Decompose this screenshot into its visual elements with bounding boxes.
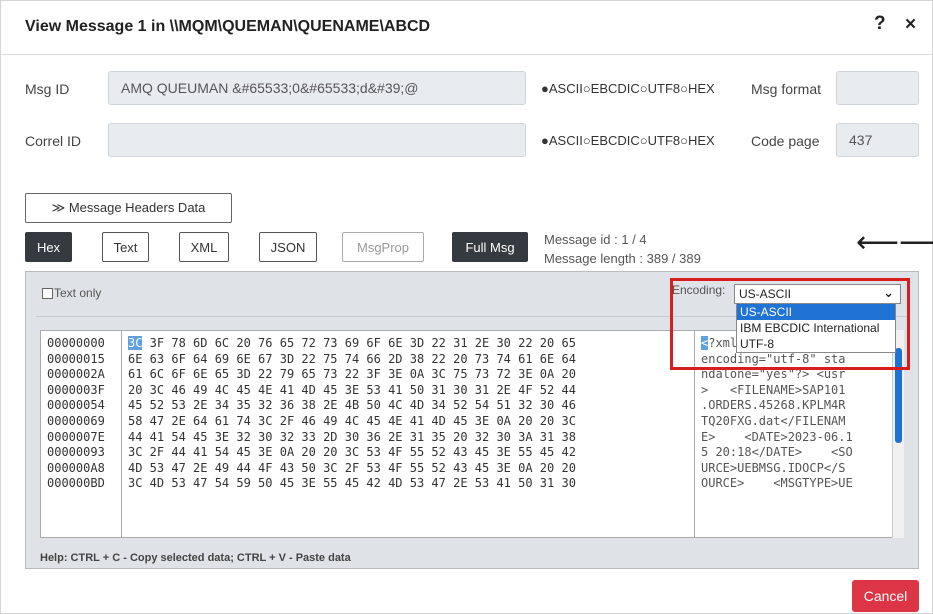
message-length-text: Message length : 389 / 389 xyxy=(544,251,701,266)
hex-row-address: 0000002A xyxy=(47,367,105,382)
dialog-titlebar: View Message 1 in \\MQM\QUEMAN\QUENAME\A… xyxy=(1,1,933,55)
address-column: 00000000 00000015 0000002A 0000003F 00000054… xyxy=(47,336,105,492)
hex-row-bytes[interactable]: 58 47 2E 64 61 74 3C 2F 46 49 4C 45 4E 4… xyxy=(128,414,576,430)
highlight-box xyxy=(670,278,910,370)
hex-row-bytes[interactable]: 44 41 54 45 3E 32 30 32 33 2D 30 36 2E 3… xyxy=(128,430,576,446)
message-info: Message id : 1 / 4 Message length : 389 … xyxy=(544,230,701,268)
code-page-field[interactable]: 437 xyxy=(836,123,919,157)
text-only-label: Text only xyxy=(54,286,102,300)
ascii-row[interactable]: E> <DATE>2023-06.1 xyxy=(701,430,853,446)
msg-id-label: Msg ID xyxy=(25,81,70,97)
hex-row-bytes[interactable]: 3C 3F 78 6D 6C 20 76 65 72 73 69 6F 6E 3… xyxy=(128,336,576,352)
navigate-arrows-icon[interactable]: ⟵⟶ xyxy=(856,228,933,258)
checkbox-icon[interactable] xyxy=(42,287,53,299)
hex-row-address: 00000000 xyxy=(47,336,105,350)
hex-row-bytes[interactable]: 6E 63 6F 64 69 6E 67 3D 22 75 74 66 2D 3… xyxy=(128,352,576,368)
hex-column: 3C 3F 78 6D 6C 20 76 65 72 73 69 6F 6E 3… xyxy=(121,331,695,537)
view-message-dialog: View Message 1 in \\MQM\QUEMAN\QUENAME\A… xyxy=(0,0,933,614)
hex-row-address: 00000054 xyxy=(47,398,105,413)
msg-id-field[interactable]: AMQ QUEUMAN &#65533;0&#65533;d&#39;@ xyxy=(108,71,526,105)
hex-row-bytes[interactable]: 20 3C 46 49 4C 45 4E 41 4D 45 3E 53 41 5… xyxy=(128,383,576,399)
close-icon[interactable]: × xyxy=(905,14,916,36)
hex-button[interactable]: Hex xyxy=(25,232,72,262)
selected-byte[interactable]: 3C xyxy=(128,336,143,350)
hex-bytes[interactable]: 3C 3F 78 6D 6C 20 76 65 72 73 69 6F 6E 3… xyxy=(128,336,576,492)
hex-row-address: 00000093 xyxy=(47,445,105,460)
hex-row-address: 000000A8 xyxy=(47,460,105,475)
hex-row-bytes[interactable]: 61 6C 6F 6E 65 3D 22 79 65 73 22 3F 3E 0… xyxy=(128,367,576,383)
correl-id-field[interactable] xyxy=(108,123,526,157)
message-data-panel: Text only Encoding: US-ASCII ⌄ US-ASCII … xyxy=(25,271,919,569)
text-only-checkbox[interactable]: Text only xyxy=(42,286,101,300)
help-text: Help: CTRL + C - Copy selected data; CTR… xyxy=(40,552,351,564)
ascii-row[interactable]: > <FILENAME>SAP101 xyxy=(701,383,853,399)
help-icon[interactable]: ? xyxy=(874,13,886,35)
text-button[interactable]: Text xyxy=(102,232,149,262)
xml-button[interactable]: XML xyxy=(179,232,229,262)
hex-row-address: 0000003F xyxy=(47,382,105,397)
full-msg-button[interactable]: Full Msg xyxy=(452,232,528,262)
msgprop-button[interactable]: MsgProp xyxy=(342,232,424,262)
hex-row-bytes[interactable]: 3C 4D 53 47 54 59 50 45 3E 55 45 42 4D 5… xyxy=(128,476,576,492)
cancel-button[interactable]: Cancel xyxy=(852,580,919,612)
msg-id-encoding-radios[interactable]: ●ASCII○EBCDIC○UTF8○HEX xyxy=(541,81,715,96)
hex-row-bytes[interactable]: 3C 2F 44 41 54 45 3E 0A 20 20 3C 53 4F 5… xyxy=(128,445,576,461)
message-id-text: Message id : 1 / 4 xyxy=(544,232,647,247)
dialog-title: View Message 1 in \\MQM\QUEMAN\QUENAME\A… xyxy=(25,18,431,35)
ascii-row[interactable]: TQ20FXG.dat</FILENAM xyxy=(701,414,853,430)
correl-id-encoding-radios[interactable]: ●ASCII○EBCDIC○UTF8○HEX xyxy=(541,133,715,148)
hex-row-address: 00000069 xyxy=(47,413,105,428)
hex-row-bytes[interactable]: 4D 53 47 2E 49 44 4F 43 50 3C 2F 53 4F 5… xyxy=(128,461,576,477)
json-button[interactable]: JSON xyxy=(259,232,317,262)
code-page-label: Code page xyxy=(751,133,820,149)
ascii-row[interactable]: .ORDERS.45268.KPLM4R xyxy=(701,398,853,414)
correl-id-label: Correl ID xyxy=(25,133,82,149)
hex-row-address: 00000015 xyxy=(47,351,105,366)
ascii-row[interactable]: OURCE> <MSGTYPE>UE xyxy=(701,476,853,492)
msg-format-field[interactable] xyxy=(836,71,919,105)
ascii-row[interactable]: 5 20:18</DATE> <SO xyxy=(701,445,853,461)
hex-row-bytes[interactable]: 45 52 53 2E 34 35 32 36 38 2E 4B 50 4C 4… xyxy=(128,398,576,414)
ascii-row[interactable]: URCE>UEBMSG.IDOCP</S xyxy=(701,461,853,477)
message-headers-button[interactable]: ≫ Message Headers Data xyxy=(25,193,232,223)
hex-row-address: 0000007E xyxy=(47,429,105,444)
hex-row-address: 000000BD xyxy=(47,476,105,491)
msg-format-label: Msg format xyxy=(751,81,822,97)
